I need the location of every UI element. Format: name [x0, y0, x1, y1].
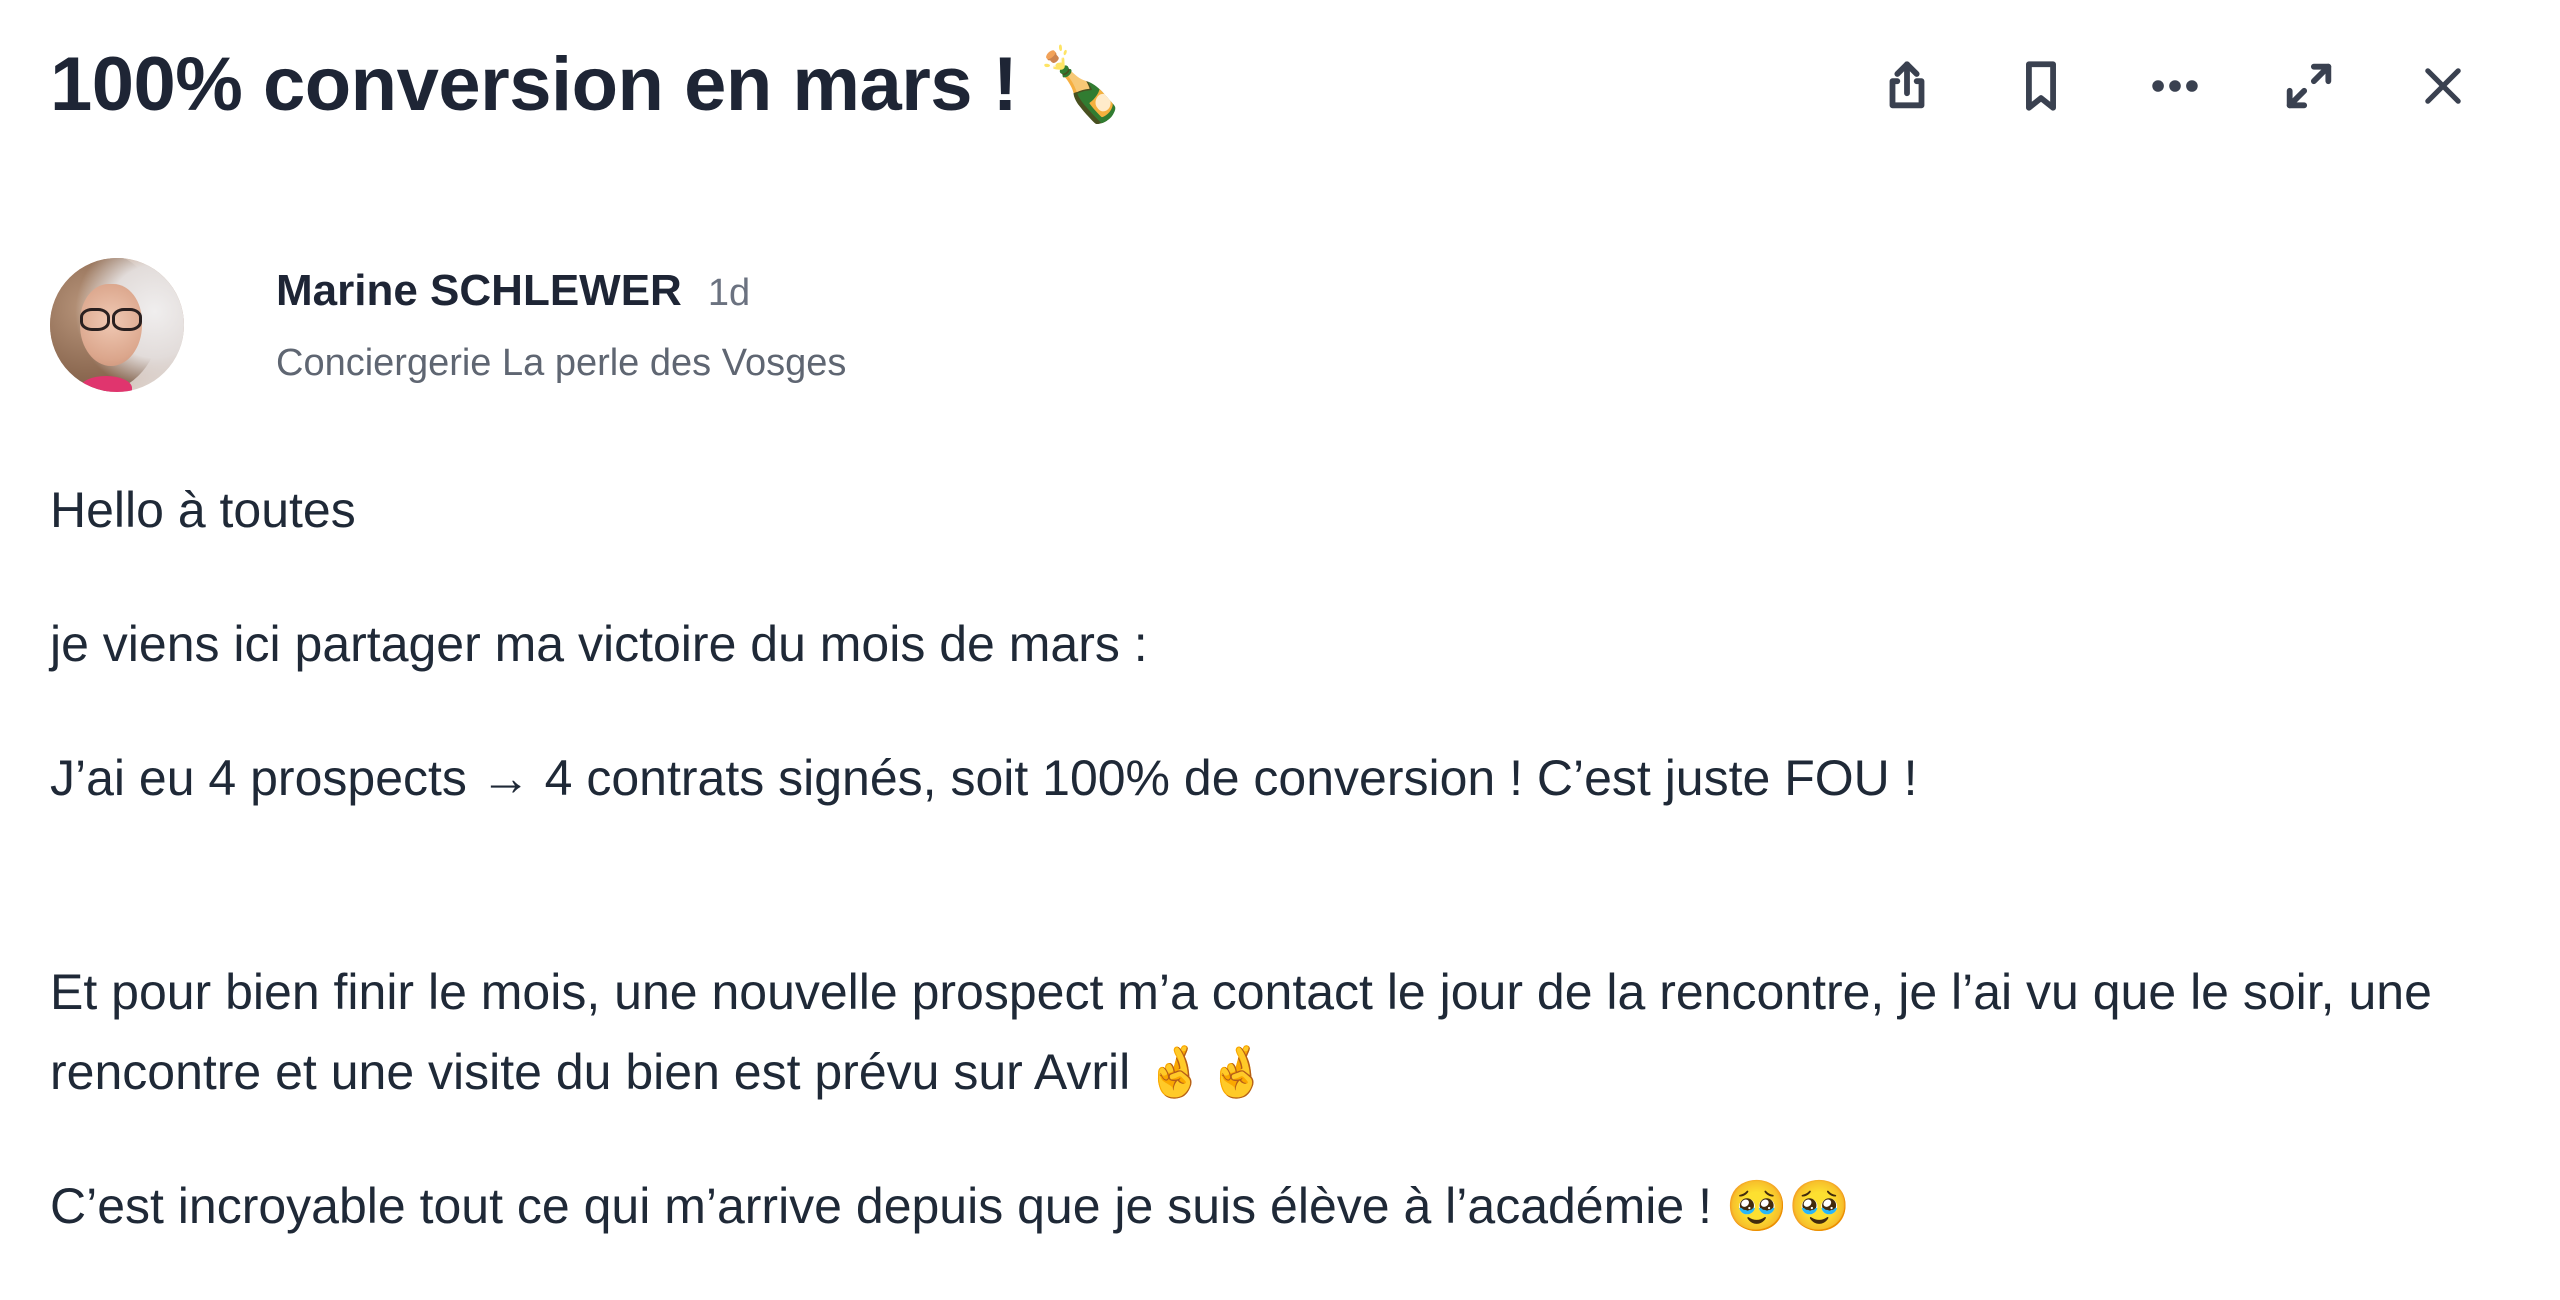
post-paragraph: Hello à toutes	[50, 482, 356, 538]
author-info: Marine SCHLEWER 1d Conciergerie La perle…	[276, 258, 846, 385]
close-icon	[2425, 68, 2461, 104]
post-timestamp: 1d	[707, 272, 751, 314]
author-name[interactable]: Marine SCHLEWER	[276, 266, 682, 316]
expand-button[interactable]	[2242, 46, 2376, 126]
champagne-emoji: 🍾	[1035, 45, 1125, 125]
post-detail: 100% conversion en mars ! 🍾 Marine SCHLE…	[50, 0, 2510, 1284]
close-button[interactable]	[2376, 46, 2510, 126]
post-paragraph: Et pour bien finir le mois, une nouvelle…	[50, 964, 2432, 1100]
post-title-text: 100% conversion en mars !	[50, 42, 1018, 127]
bookmark-icon	[2026, 61, 2056, 111]
post-actions	[1840, 46, 2510, 126]
author-company: Conciergerie La perle des Vosges	[276, 342, 847, 384]
post-title: 100% conversion en mars ! 🍾	[50, 40, 1125, 130]
more-horizontal-icon	[2152, 80, 2198, 92]
bookmark-button[interactable]	[1974, 46, 2108, 126]
expand-icon	[2286, 63, 2332, 109]
more-options-button[interactable]	[2108, 46, 2242, 126]
post-author: Marine SCHLEWER 1d Conciergerie La perle…	[50, 258, 846, 394]
post-paragraph: J’ai eu 4 prospects → 4 contrats signés,…	[50, 750, 1918, 806]
share-icon	[1889, 61, 1925, 109]
avatar[interactable]	[50, 258, 184, 392]
post-paragraph: je viens ici partager ma victoire du moi…	[50, 616, 1148, 672]
post-paragraph: C’est incroyable tout ce qui m’arrive de…	[50, 1178, 1851, 1234]
share-button[interactable]	[1840, 46, 1974, 126]
post-body: Hello à toutes je viens ici partager ma …	[50, 470, 2510, 1300]
